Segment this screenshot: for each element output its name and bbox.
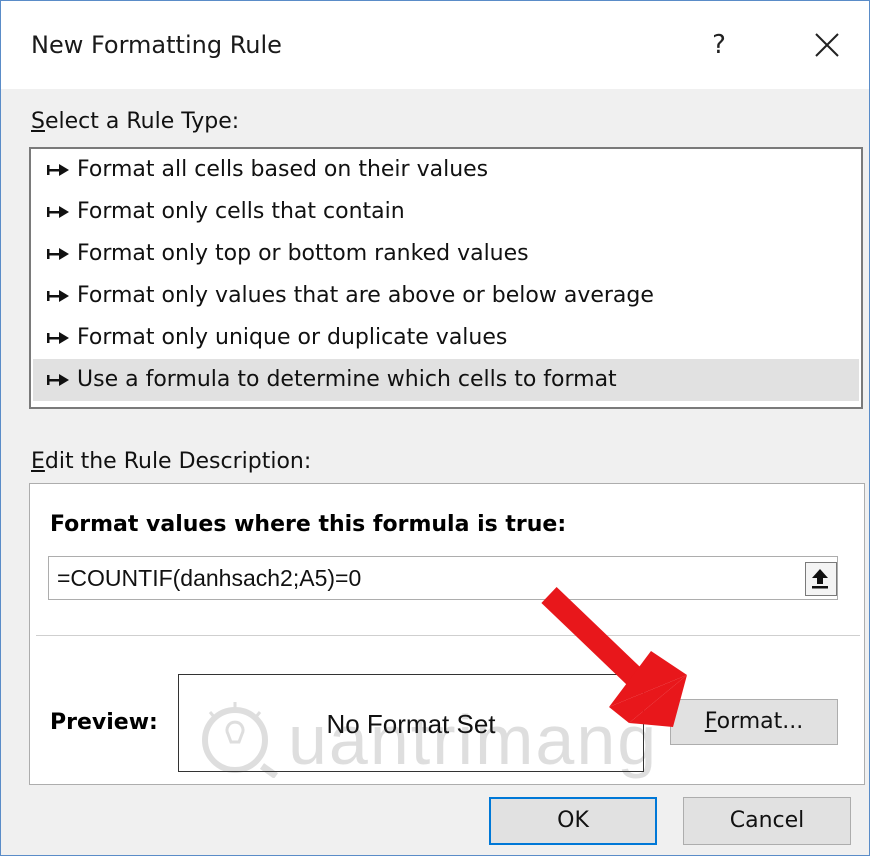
rule-type-item[interactable]: Format all cells based on their values [33, 149, 859, 191]
rule-type-label: Format only cells that contain [77, 199, 405, 224]
help-button[interactable]: ? [701, 25, 737, 65]
arrow-bullet-icon [47, 206, 69, 218]
rule-type-label: Format only values that are above or bel… [77, 283, 654, 308]
arrow-bullet-icon [47, 290, 69, 302]
rule-type-item[interactable]: Format only unique or duplicate values [33, 317, 859, 359]
lightbulb-logo-icon [202, 702, 279, 778]
formula-value: =COUNTIF(danhsach2;A5)=0 [57, 565, 362, 591]
cancel-button[interactable]: Cancel [683, 797, 851, 845]
close-button[interactable] [807, 25, 847, 65]
collapse-dialog-button[interactable] [805, 562, 837, 596]
title-bar: New Formatting Rule ? [1, 1, 869, 89]
arrow-bullet-icon [47, 164, 69, 176]
rule-type-item[interactable]: Format only top or bottom ranked values [33, 233, 859, 275]
divider [36, 635, 860, 636]
rule-type-label: Format all cells based on their values [77, 157, 489, 182]
rule-type-item[interactable]: Format only values that are above or bel… [33, 275, 859, 317]
ok-button[interactable]: OK [489, 797, 657, 845]
select-rule-type-label: Select a Rule Type: [31, 109, 240, 134]
upload-arrow-icon [812, 569, 828, 589]
close-icon [815, 33, 839, 57]
rule-type-label: Format only top or bottom ranked values [77, 241, 529, 266]
new-formatting-rule-dialog: New Formatting Rule ? Select a Rule Type… [0, 0, 870, 856]
formula-input[interactable]: =COUNTIF(danhsach2;A5)=0 [48, 556, 838, 600]
red-annotation-arrow-icon [541, 587, 687, 727]
rule-type-item-selected[interactable]: Use a formula to determine which cells t… [33, 359, 859, 401]
formula-heading: Format values where this formula is true… [50, 512, 567, 537]
preview-label: Preview: [50, 710, 158, 735]
arrow-bullet-icon [47, 374, 69, 386]
rule-type-item[interactable]: Format only cells that contain [33, 191, 859, 233]
edit-rule-description-label: Edit the Rule Description: [31, 449, 312, 474]
rule-type-label: Format only unique or duplicate values [77, 325, 508, 350]
rule-type-list[interactable]: Format all cells based on their values F… [29, 147, 863, 409]
rule-description-panel: Format values where this formula is true… [29, 483, 865, 785]
arrow-bullet-icon [47, 248, 69, 260]
arrow-bullet-icon [47, 332, 69, 344]
dialog-title: New Formatting Rule [31, 31, 282, 59]
rule-type-label: Use a formula to determine which cells t… [77, 367, 617, 392]
